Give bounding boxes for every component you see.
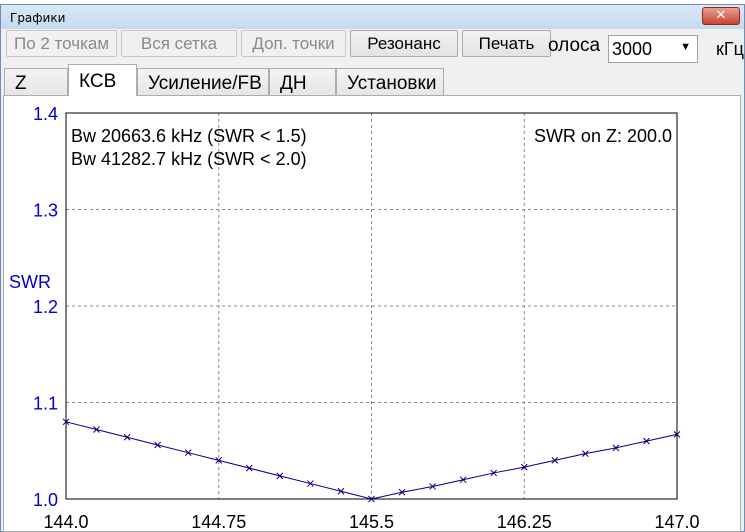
- x-tick-label: 145.5: [349, 512, 394, 532]
- y-tick-label: 1.4: [33, 104, 58, 124]
- swr-point-marker: [184, 449, 192, 457]
- bandwidth-1-5-annotation: Bw 20663.6 kHz (SWR < 1.5): [71, 126, 307, 146]
- swr-point-marker: [337, 487, 345, 495]
- swr-point-marker: [93, 426, 100, 433]
- y-tick-labels: 1.0 1.1 1.2 1.3 1.4: [33, 104, 58, 510]
- y-tick-label: 1.0: [33, 490, 58, 510]
- swr-point-marker: [276, 472, 284, 480]
- swr-point-marker: [123, 433, 131, 441]
- y-tick-label: 1.2: [33, 297, 58, 317]
- swr-point-marker: [307, 480, 314, 487]
- x-tick-label: 146.25: [497, 512, 552, 532]
- bandwidth-2-0-annotation: Bw 41282.7 kHz (SWR < 2.0): [71, 149, 307, 169]
- y-tick-label: 1.1: [33, 394, 58, 414]
- tab-swr[interactable]: КСВ: [68, 64, 137, 96]
- swr-on-z-annotation: SWR on Z: 200.0: [534, 126, 672, 146]
- y-axis-label: SWR: [9, 272, 51, 292]
- swr-point-marker: [154, 441, 162, 449]
- y-tick-label: 1.3: [33, 201, 58, 221]
- x-tick-label: 144.75: [191, 512, 246, 532]
- x-tick-labels: 144.0 144.75 145.5 146.25 147.0: [43, 512, 699, 532]
- swr-point-marker: [245, 464, 253, 472]
- x-tick-label: 147.0: [654, 512, 699, 532]
- chart-grid: [66, 113, 677, 499]
- x-tick-label: 144.0: [43, 512, 88, 532]
